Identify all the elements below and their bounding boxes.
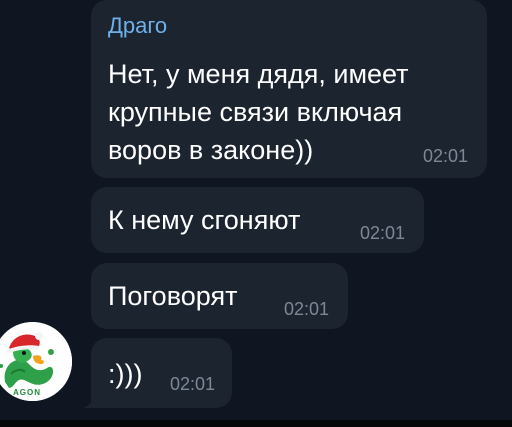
message-line: Нет, у меня дядя, имеет bbox=[108, 59, 409, 89]
message-time: 02:01 bbox=[359, 223, 405, 243]
sender-avatar[interactable]: AGON bbox=[0, 322, 72, 401]
message-line: воров в законе)) bbox=[108, 135, 314, 165]
message-bubble[interactable]: К нему сгоняют 02:01 bbox=[91, 187, 424, 253]
sender-name[interactable]: Драго bbox=[108, 13, 167, 39]
message-line: крупные связи включая bbox=[108, 97, 403, 127]
bottom-edge bbox=[0, 420, 512, 427]
message-bubble[interactable]: Поговорят 02:01 bbox=[91, 263, 348, 329]
message-time: 02:01 bbox=[283, 299, 329, 319]
message-text: Поговорят bbox=[108, 281, 238, 311]
message-bubble[interactable]: Драго Нет, у меня дядя, имеет крупные св… bbox=[91, 0, 487, 178]
message-text: :))) bbox=[108, 359, 143, 389]
message-text: Нет, у меня дядя, имеет крупные связи вк… bbox=[108, 55, 409, 169]
chat-view: Драго Нет, у меня дядя, имеет крупные св… bbox=[0, 0, 512, 427]
message-time: 02:01 bbox=[422, 146, 468, 166]
message-time: 02:01 bbox=[169, 374, 215, 394]
message-text: К нему сгоняют bbox=[108, 205, 301, 235]
avatar-caption: AGON bbox=[13, 388, 41, 397]
message-bubble[interactable]: :))) 02:01 bbox=[91, 338, 232, 408]
